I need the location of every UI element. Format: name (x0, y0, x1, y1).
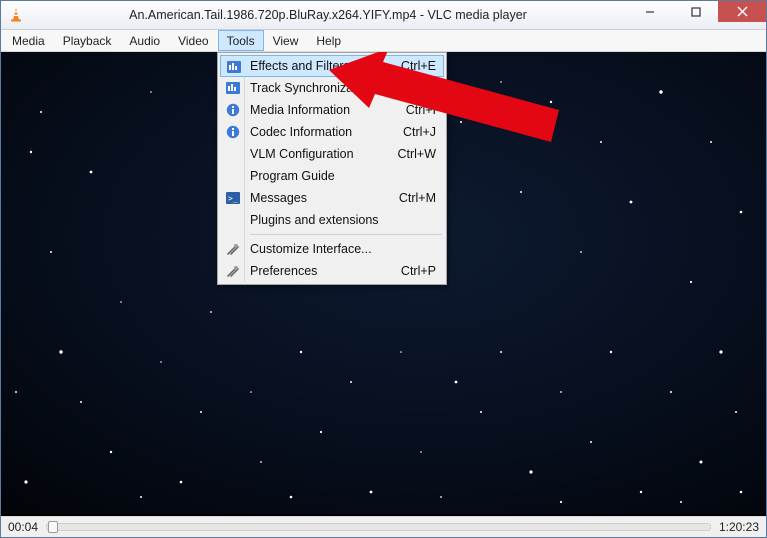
vlc-cone-icon (8, 7, 24, 23)
minimize-button[interactable] (626, 1, 672, 22)
terminal-icon: >_ (224, 189, 242, 207)
menuitem-label: Program Guide (250, 169, 436, 183)
blank-icon (224, 167, 242, 185)
seekbar: 00:04 1:20:23 (1, 516, 766, 537)
equalizer-icon (225, 58, 243, 76)
svg-text:>_: >_ (228, 194, 238, 203)
info-icon (224, 101, 242, 119)
tools-dropdown: Effects and Filters Ctrl+E Track Synchro… (217, 52, 447, 285)
menuitem-track-synchronization[interactable]: Track Synchronization (220, 77, 444, 99)
window-buttons (626, 1, 766, 29)
menuitem-preferences[interactable]: Preferences Ctrl+P (220, 260, 444, 282)
menuitem-label: Media Information (250, 103, 406, 117)
titlebar: An.American.Tail.1986.720p.BluRay.x264.Y… (1, 1, 766, 30)
menuitem-shortcut: Ctrl+I (406, 103, 436, 117)
menuitem-shortcut: Ctrl+M (399, 191, 436, 205)
tools-icon (224, 240, 242, 258)
menuitem-program-guide[interactable]: Program Guide (220, 165, 444, 187)
menuitem-shortcut: Ctrl+W (397, 147, 436, 161)
menuitem-codec-information[interactable]: Codec Information Ctrl+J (220, 121, 444, 143)
seek-track[interactable] (46, 523, 711, 531)
menuitem-label: Codec Information (250, 125, 403, 139)
blank-icon (224, 211, 242, 229)
menuitem-label: VLM Configuration (250, 147, 397, 161)
app-window: An.American.Tail.1986.720p.BluRay.x264.Y… (0, 0, 767, 538)
menuitem-plugins-and-extensions[interactable]: Plugins and extensions (220, 209, 444, 231)
dropdown-separator (250, 234, 442, 235)
menuitem-label: Track Synchronization (250, 81, 436, 95)
tools-icon (224, 262, 242, 280)
blank-icon (224, 145, 242, 163)
menuitem-messages[interactable]: >_ Messages Ctrl+M (220, 187, 444, 209)
menuitem-label: Plugins and extensions (250, 213, 436, 227)
time-total[interactable]: 1:20:23 (719, 520, 759, 534)
menu-tools[interactable]: Tools (218, 30, 264, 51)
menu-video[interactable]: Video (169, 30, 217, 51)
seek-thumb[interactable] (48, 521, 58, 533)
menuitem-effects-and-filters[interactable]: Effects and Filters Ctrl+E (220, 55, 444, 77)
menuitem-shortcut: Ctrl+J (403, 125, 436, 139)
equalizer-icon (224, 79, 242, 97)
menuitem-customize-interface[interactable]: Customize Interface... (220, 238, 444, 260)
menuitem-label: Customize Interface... (250, 242, 436, 256)
time-elapsed[interactable]: 00:04 (8, 520, 38, 534)
menu-playback[interactable]: Playback (54, 30, 121, 51)
menuitem-vlm-configuration[interactable]: VLM Configuration Ctrl+W (220, 143, 444, 165)
video-area[interactable]: Effects and Filters Ctrl+E Track Synchro… (1, 52, 766, 516)
menuitem-label: Preferences (250, 264, 401, 278)
menuitem-label: Effects and Filters (250, 59, 401, 73)
menu-view[interactable]: View (264, 30, 308, 51)
menuitem-shortcut: Ctrl+E (401, 59, 436, 73)
menuitem-media-information[interactable]: Media Information Ctrl+I (220, 99, 444, 121)
maximize-button[interactable] (672, 1, 718, 22)
close-button[interactable] (718, 1, 766, 22)
menuitem-shortcut: Ctrl+P (401, 264, 436, 278)
menuitem-label: Messages (250, 191, 399, 205)
menu-audio[interactable]: Audio (120, 30, 169, 51)
menu-help[interactable]: Help (307, 30, 350, 51)
window-title: An.American.Tail.1986.720p.BluRay.x264.Y… (30, 8, 626, 22)
menubar: Media Playback Audio Video Tools View He… (1, 30, 766, 52)
info-icon (224, 123, 242, 141)
menu-media[interactable]: Media (3, 30, 54, 51)
